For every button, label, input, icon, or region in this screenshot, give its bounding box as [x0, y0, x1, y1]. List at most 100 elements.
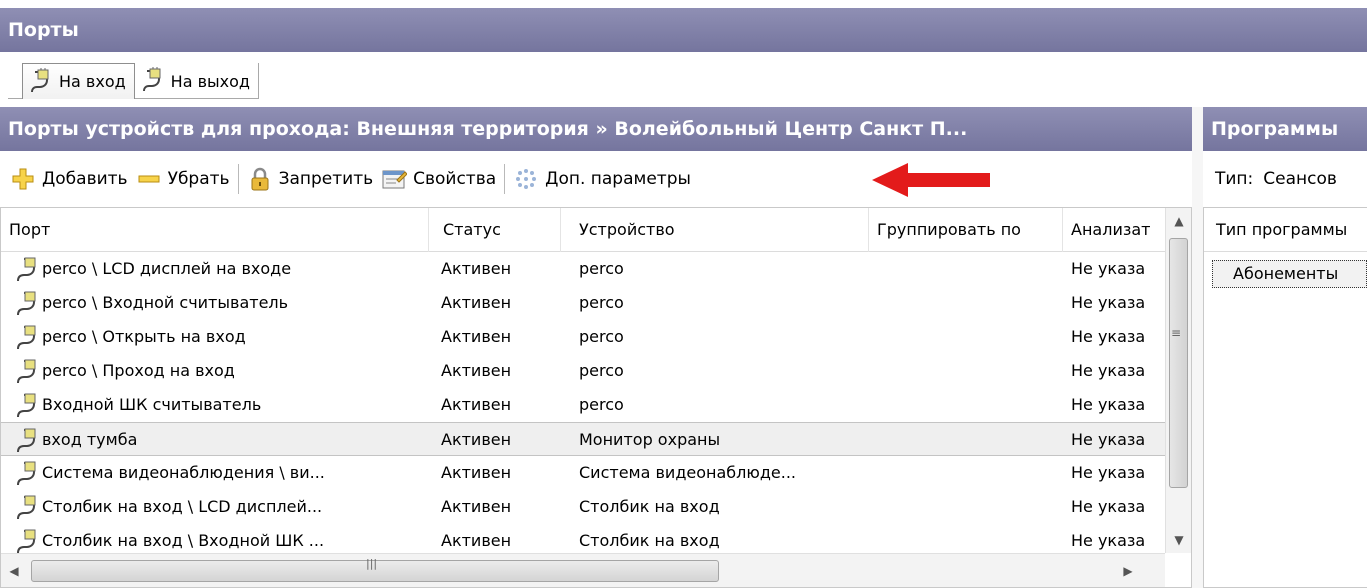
device-cell: perco	[579, 327, 624, 346]
tab-outbound-label: На выход	[170, 71, 250, 91]
tab-outbound[interactable]: На выход	[135, 63, 259, 99]
analyzer-cell: Не указа	[1071, 327, 1146, 346]
program-type-filter: Тип: Сеансов	[1203, 151, 1367, 207]
port-plug-icon	[15, 325, 41, 351]
port-cell: perco \ Открыть на вход	[15, 320, 425, 354]
port-plug-icon	[15, 393, 41, 419]
port-cell: вход тумба	[15, 423, 425, 457]
status-cell: Активен	[441, 327, 512, 346]
group-by-cell	[877, 354, 1057, 388]
table-row[interactable]: Входной ШК считыватель Активен perco Не …	[1, 388, 1165, 422]
table-header: Порт Статус Устройство Группировать по А…	[1, 208, 1165, 252]
table-row[interactable]: perco \ Открыть на вход Активен perco Не…	[1, 320, 1165, 354]
table-row-selected[interactable]: вход тумба Активен Монитор охраны Не ука…	[1, 422, 1165, 456]
group-by-cell	[877, 286, 1057, 320]
port-plug-icon	[15, 461, 41, 487]
port-name: вход тумба	[42, 430, 138, 449]
port-name: Входной ШК считыватель	[42, 395, 262, 414]
extra-params-button-label: Доп. параметры	[545, 169, 691, 189]
scroll-grip-icon: |||	[366, 557, 378, 570]
table-row[interactable]: perco \ Проход на вход Активен perco Не …	[1, 354, 1165, 388]
port-plug-icon	[141, 67, 169, 95]
properties-icon	[381, 166, 408, 192]
status-cell: Активен	[441, 497, 512, 516]
program-list-item[interactable]: Абонементы	[1212, 260, 1367, 288]
lock-icon	[247, 166, 273, 192]
toolbar-separator	[237, 164, 239, 194]
scroll-down-arrow-icon[interactable]: ▼	[1166, 527, 1191, 553]
analyzer-cell: Не указа	[1071, 395, 1146, 414]
port-cell: perco \ LCD дисплей на входе	[15, 252, 425, 286]
add-button-label: Добавить	[42, 169, 128, 189]
scroll-grip-icon: ≡	[1171, 326, 1182, 340]
port-plug-icon	[15, 495, 41, 521]
column-group-by[interactable]: Группировать по	[869, 208, 1063, 252]
device-cell: perco	[579, 293, 624, 312]
device-cell: perco	[579, 259, 624, 278]
status-cell: Активен	[441, 259, 512, 278]
scroll-right-arrow-icon[interactable]: ▶	[1115, 554, 1141, 587]
analyzer-cell: Не указа	[1071, 463, 1146, 482]
port-name: perco \ Входной считыватель	[42, 293, 289, 312]
tab-inbound[interactable]: На вход	[22, 63, 135, 99]
annotation-arrow	[872, 163, 990, 197]
vertical-scroll-thumb[interactable]	[1169, 238, 1188, 488]
port-name: Столбик на вход \ Входной ШК ...	[42, 531, 325, 550]
extra-params-button[interactable]: Доп. параметры	[513, 166, 691, 192]
device-cell: Монитор охраны	[579, 430, 721, 449]
status-cell: Активен	[441, 430, 512, 449]
minus-icon	[136, 166, 162, 192]
properties-button[interactable]: Свойства	[381, 166, 496, 192]
table-row[interactable]: Система видеонаблюдения \ ви... Активен …	[1, 456, 1165, 490]
column-analyzer[interactable]: Анализат	[1063, 208, 1165, 252]
remove-button-label: Убрать	[167, 169, 230, 189]
programs-panel: Тип программы Абонементы	[1203, 207, 1367, 588]
status-cell: Активен	[441, 395, 512, 414]
tab-strip: На вход На выход	[8, 63, 259, 99]
remove-button[interactable]: Убрать	[136, 166, 230, 192]
scroll-left-arrow-icon[interactable]: ◀	[1, 554, 27, 587]
table-row[interactable]: perco \ LCD дисплей на входе Активен per…	[1, 252, 1165, 286]
status-cell: Активен	[441, 463, 512, 482]
vertical-scrollbar[interactable]: ▲ ≡ ▼	[1165, 208, 1191, 553]
column-device[interactable]: Устройство	[561, 208, 869, 252]
table-row[interactable]: perco \ Входной считыватель Активен perc…	[1, 286, 1165, 320]
column-status[interactable]: Статус	[429, 208, 561, 252]
port-name: perco \ LCD дисплей на входе	[42, 259, 292, 278]
column-program-type[interactable]: Тип программы	[1204, 208, 1367, 252]
type-label: Тип:	[1215, 169, 1254, 189]
port-name: Система видеонаблюдения \ ви...	[42, 463, 325, 482]
add-button[interactable]: Добавить	[10, 166, 128, 192]
port-name: Столбик на вход \ LCD дисплей...	[42, 497, 323, 516]
status-cell: Активен	[441, 293, 512, 312]
analyzer-cell: Не указа	[1071, 497, 1146, 516]
scroll-up-arrow-icon[interactable]: ▲	[1166, 208, 1191, 234]
port-plug-icon	[15, 257, 41, 283]
port-plug-icon	[15, 359, 41, 385]
table-body: perco \ LCD дисплей на входе Активен per…	[1, 252, 1165, 558]
analyzer-cell: Не указа	[1071, 430, 1146, 449]
port-cell: Столбик на вход \ LCD дисплей...	[15, 490, 425, 524]
port-cell: Входной ШК считыватель	[15, 388, 425, 422]
horizontal-scrollbar[interactable]: ◀ ||| ▶	[1, 553, 1165, 587]
deny-button[interactable]: Запретить	[247, 166, 373, 192]
type-select[interactable]: Сеансов	[1263, 169, 1337, 189]
toolbar-separator	[504, 164, 506, 194]
port-name: perco \ Открыть на вход	[42, 327, 246, 346]
device-cell: perco	[579, 395, 624, 414]
table-row[interactable]: Столбик на вход \ LCD дисплей... Активен…	[1, 490, 1165, 524]
panel-splitter[interactable]	[1192, 107, 1203, 588]
port-plug-icon	[15, 291, 41, 317]
ports-toolbar: Добавить Убрать Запретить Свойства Доп. …	[0, 151, 1192, 207]
analyzer-cell: Не указа	[1071, 259, 1146, 278]
group-by-cell	[877, 423, 1057, 457]
port-cell: perco \ Проход на вход	[15, 354, 425, 388]
ports-panel-title: Порты устройств для прохода: Внешняя тер…	[0, 107, 1192, 151]
analyzer-cell: Не указа	[1071, 293, 1146, 312]
extra-params-icon	[513, 166, 539, 192]
window-title: Порты	[0, 8, 1367, 52]
column-port[interactable]: Порт	[1, 208, 429, 252]
port-direction-tabs: На вход На выход	[0, 55, 1367, 107]
plus-icon	[10, 166, 36, 192]
properties-button-label: Свойства	[413, 169, 497, 189]
